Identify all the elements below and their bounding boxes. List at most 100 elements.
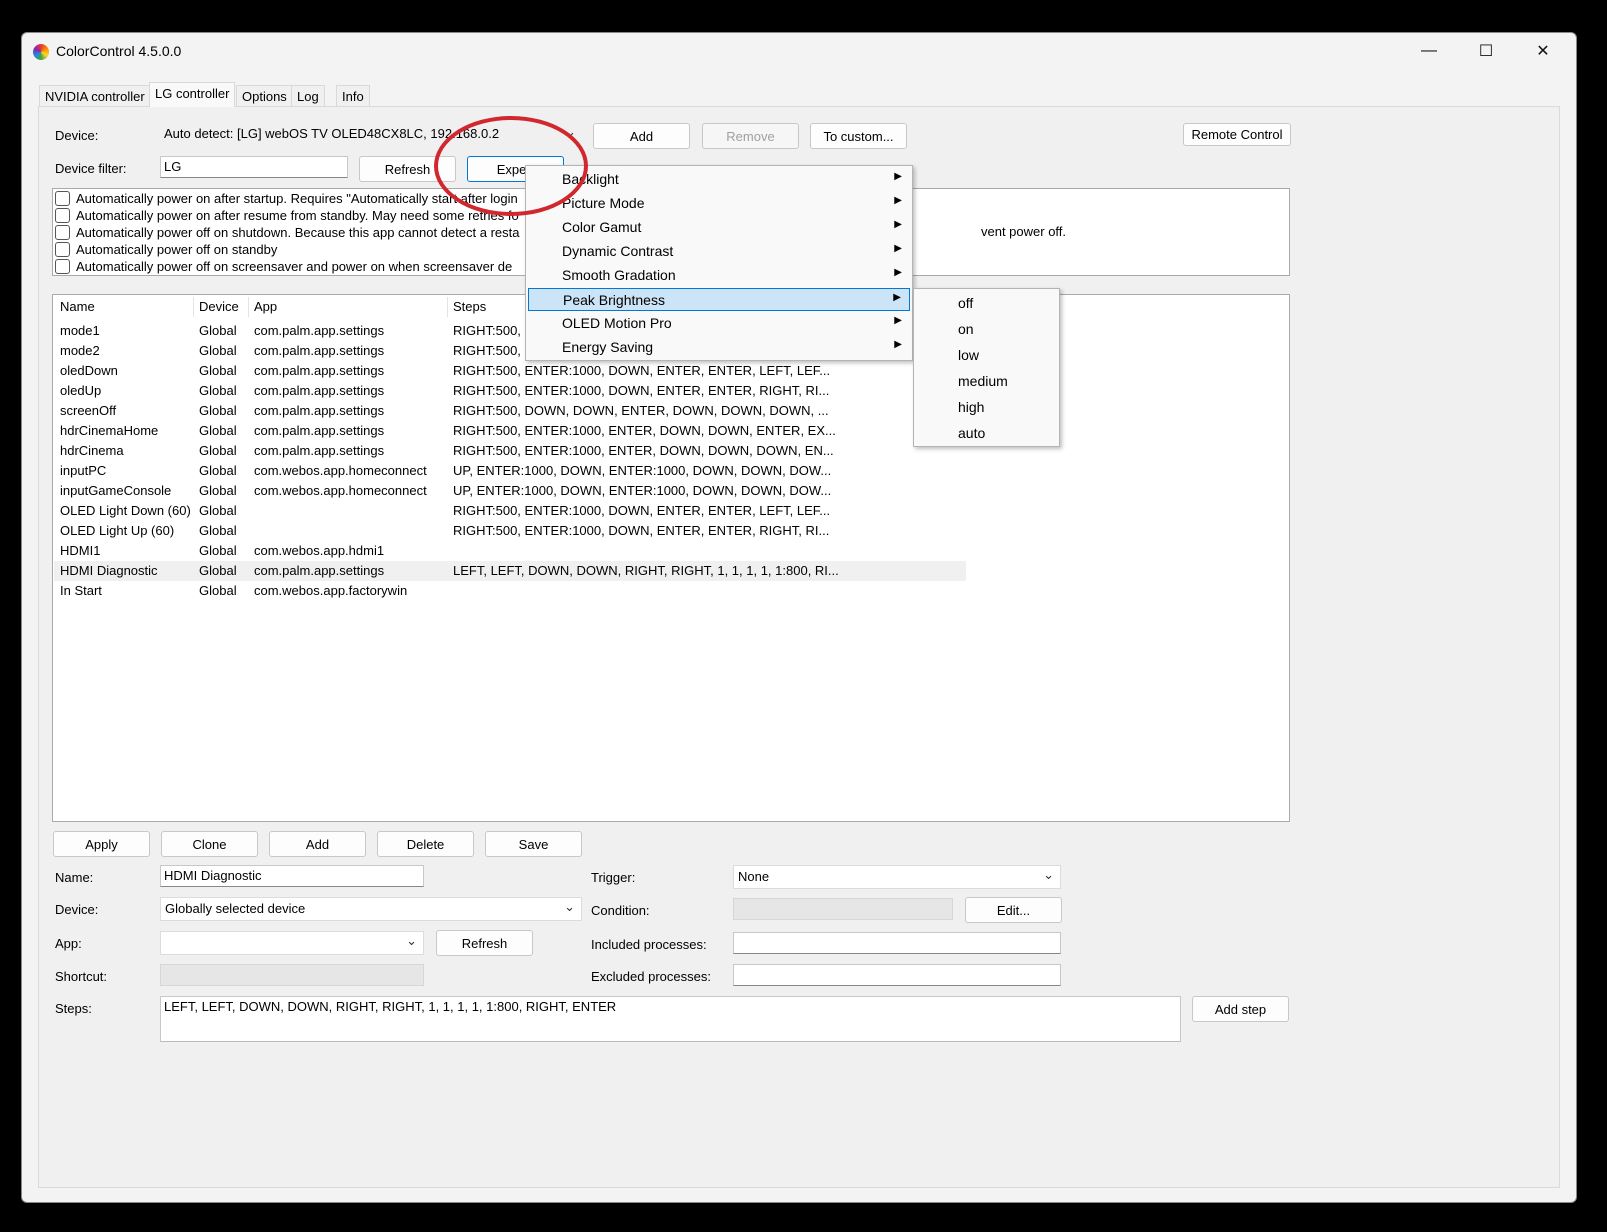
preset-device-label: Device:: [55, 902, 99, 917]
checkbox[interactable]: [55, 259, 70, 274]
submenu-item-medium[interactable]: medium: [916, 369, 1057, 393]
add-preset-button[interactable]: Add: [269, 831, 366, 857]
menu-item-label: Energy Saving: [562, 339, 654, 355]
menu-item-picture-mode[interactable]: Picture Mode ▶: [528, 192, 910, 215]
menu-item-oled-motion-pro[interactable]: OLED Motion Pro ▶: [528, 312, 910, 335]
checkbox[interactable]: [55, 191, 70, 206]
close-button[interactable]: ✕: [1514, 33, 1572, 69]
submenu-item-label: off: [958, 295, 974, 311]
submenu-item-auto[interactable]: auto: [916, 421, 1057, 445]
save-button[interactable]: Save: [485, 831, 582, 857]
checkbox[interactable]: [55, 225, 70, 240]
table-row[interactable]: HDMI1 Global com.webos.app.hdmi1: [54, 541, 966, 561]
menu-item-energy-saving[interactable]: Energy Saving ▶: [528, 336, 910, 359]
column-header-steps[interactable]: Steps: [453, 299, 486, 314]
preset-device-select[interactable]: Globally selected device ⌄: [160, 897, 582, 921]
column-header-device[interactable]: Device: [199, 299, 239, 314]
clone-button[interactable]: Clone: [161, 831, 258, 857]
cell-steps: RIGHT:500, DOWN, DOWN, ENTER, DOWN, DOWN…: [453, 403, 829, 418]
device-filter-input[interactable]: LG: [160, 156, 348, 178]
cell-app: com.webos.app.homeconnect: [254, 483, 427, 498]
menu-item-smooth-gradation[interactable]: Smooth Gradation ▶: [528, 264, 910, 287]
submenu-arrow-icon: ▶: [894, 219, 902, 230]
checkbox[interactable]: [55, 242, 70, 257]
submenu-item-low[interactable]: low: [916, 343, 1057, 367]
device-select[interactable]: Auto detect: [LG] webOS TV OLED48CX8LC, …: [160, 123, 582, 147]
cell-name: mode1: [60, 323, 100, 338]
refresh-apps-button[interactable]: Refresh: [436, 930, 533, 956]
edit-condition-button[interactable]: Edit...: [965, 897, 1062, 923]
add-step-button[interactable]: Add step: [1192, 996, 1289, 1022]
table-row[interactable]: In Start Global com.webos.app.factorywin: [54, 581, 966, 601]
cell-device: Global: [199, 523, 237, 538]
option-power-off-screensaver[interactable]: Automatically power off on screensaver a…: [55, 258, 512, 275]
option-power-on-startup[interactable]: Automatically power on after startup. Re…: [55, 190, 518, 207]
condition-input[interactable]: [733, 898, 953, 920]
presets-list[interactable]: Name Device App Steps mode1 Global com.pal…: [52, 294, 1290, 822]
option-power-on-resume[interactable]: Automatically power on after resume from…: [55, 207, 519, 224]
add-device-button[interactable]: Add: [593, 123, 690, 149]
submenu-item-label: on: [958, 321, 974, 337]
preset-device-value: Globally selected device: [165, 901, 306, 916]
tab-lg-controller[interactable]: LG controller: [149, 82, 236, 107]
table-row[interactable]: inputGameConsole Global com.webos.app.home…: [54, 481, 966, 501]
tab-nvidia-controller[interactable]: NVIDIA controller: [39, 85, 151, 107]
menu-item-backlight[interactable]: Backlight ▶: [528, 168, 910, 191]
cell-device: Global: [199, 463, 237, 478]
remote-control-button[interactable]: Remote Control: [1183, 123, 1291, 146]
table-row[interactable]: HDMI Diagnostic Global com.palm.app.settin…: [54, 561, 966, 581]
option-power-off-standby[interactable]: Automatically power off on standby: [55, 241, 277, 258]
submenu-item-off[interactable]: off: [916, 291, 1057, 315]
maximize-button[interactable]: ☐: [1457, 33, 1515, 69]
table-row[interactable]: hdrCinema Global com.palm.app.settings RIGH…: [54, 441, 966, 461]
menu-item-dynamic-contrast[interactable]: Dynamic Contrast ▶: [528, 240, 910, 263]
checkbox[interactable]: [55, 208, 70, 223]
cell-name: hdrCinemaHome: [60, 423, 159, 438]
menu-item-peak-brightness[interactable]: Peak Brightness ▶: [528, 288, 910, 311]
table-row[interactable]: inputPC Global com.webos.app.homeconnect UP…: [54, 461, 966, 481]
name-input[interactable]: HDMI Diagnostic: [160, 865, 424, 887]
steps-input[interactable]: LEFT, LEFT, DOWN, DOWN, RIGHT, RIGHT, 1,…: [160, 996, 1181, 1042]
cell-name: oledDown: [60, 363, 118, 378]
to-custom-button[interactable]: To custom...: [810, 123, 907, 149]
column-header-name[interactable]: Name: [60, 299, 95, 314]
table-row[interactable]: OLED Light Up (60) Global RIGHT:500, ENTER…: [54, 521, 966, 541]
menu-item-color-gamut[interactable]: Color Gamut ▶: [528, 216, 910, 239]
included-processes-input[interactable]: [733, 932, 1061, 954]
excluded-processes-input[interactable]: [733, 964, 1061, 986]
cell-device: Global: [199, 423, 237, 438]
steps-label: Steps:: [55, 1001, 92, 1016]
trigger-select[interactable]: None ⌄: [733, 865, 1061, 889]
option-power-off-shutdown[interactable]: Automatically power off on shutdown. Bec…: [55, 224, 519, 241]
cell-device: Global: [199, 323, 237, 338]
cell-steps: RIGHT:500, ENTER:1000, DOWN, ENTER, ENTE…: [453, 363, 831, 378]
apply-button[interactable]: Apply: [53, 831, 150, 857]
table-row[interactable]: oledDown Global com.palm.app.settings RIGHT…: [54, 361, 966, 381]
delete-button[interactable]: Delete: [377, 831, 474, 857]
table-row[interactable]: hdrCinemaHome Global com.palm.app.settings…: [54, 421, 966, 441]
column-header-app[interactable]: App: [254, 299, 277, 314]
cell-name: hdrCinema: [60, 443, 124, 458]
table-row[interactable]: OLED Light Down (60) Global RIGHT:500, ENT…: [54, 501, 966, 521]
remove-device-button[interactable]: Remove: [702, 123, 799, 149]
cell-app: com.palm.app.settings: [254, 443, 385, 458]
app-select[interactable]: ⌄: [160, 931, 424, 955]
shortcut-input[interactable]: [160, 964, 424, 986]
tab-options[interactable]: Options: [236, 85, 293, 107]
submenu-item-on[interactable]: on: [916, 317, 1057, 341]
refresh-devices-button[interactable]: Refresh: [359, 156, 456, 182]
minimize-button[interactable]: —: [1400, 33, 1458, 69]
table-row[interactable]: screenOff Global com.palm.app.settings RIGH…: [54, 401, 966, 421]
table-row[interactable]: oledUp Global com.palm.app.settings RIGHT:5…: [54, 381, 966, 401]
condition-label: Condition:: [591, 903, 650, 918]
submenu-item-high[interactable]: high: [916, 395, 1057, 419]
cell-app: com.palm.app.settings: [254, 323, 385, 338]
option-label: Automatically power on after resume from…: [76, 208, 519, 223]
tab-info[interactable]: Info: [336, 85, 370, 107]
cell-steps: RIGHT:500, ENTER:1000, DOWN, ENTER, ENTE…: [453, 503, 831, 518]
app-label: App:: [55, 936, 82, 951]
cell-app: com.webos.app.factorywin: [254, 583, 408, 598]
submenu-item-label: low: [958, 347, 980, 363]
tab-log[interactable]: Log: [291, 85, 325, 107]
menu-item-label: Dynamic Contrast: [562, 243, 674, 259]
